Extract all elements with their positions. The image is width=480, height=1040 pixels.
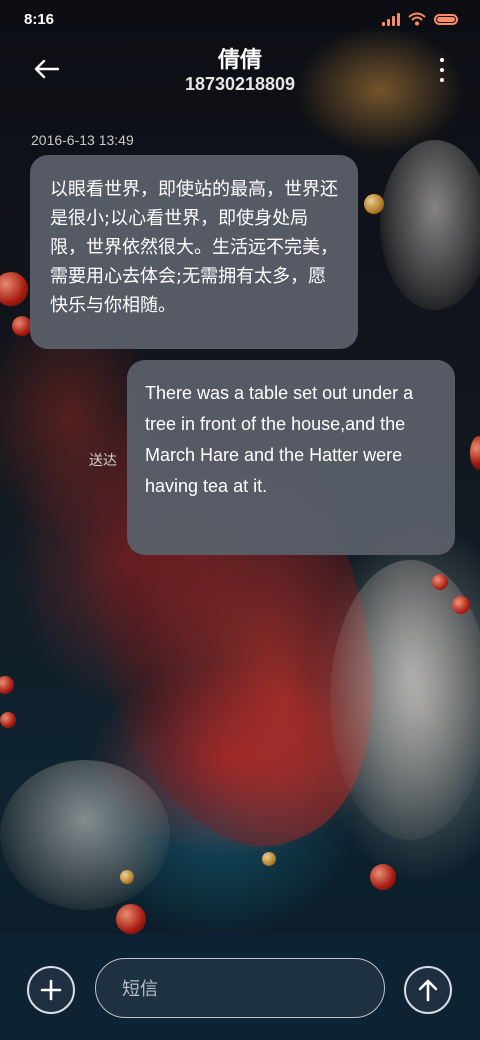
wallpaper-bubble — [370, 864, 396, 890]
wallpaper-bubble — [0, 712, 16, 728]
add-attachment-button[interactable] — [27, 966, 75, 1014]
status-time: 8:16 — [24, 11, 55, 28]
battery-icon — [434, 13, 458, 25]
wallpaper-bubble — [0, 272, 28, 306]
status-bar: 8:16 — [0, 0, 480, 40]
arrow-up-icon — [418, 979, 438, 1002]
plus-icon — [40, 979, 62, 1001]
send-button[interactable] — [404, 966, 452, 1014]
sent-message-bubble[interactable]: There was a table set out under a tree i… — [127, 360, 455, 555]
received-message-bubble[interactable]: 以眼看世界，即使站的最高，世界还是很小;以心看世界，即使身处局限，世界依然很大。… — [30, 155, 358, 349]
wifi-icon — [408, 12, 426, 26]
wallpaper-bubble — [116, 904, 146, 934]
delivery-status: 送达 — [89, 453, 117, 469]
contact-name: 倩倩 — [217, 48, 262, 73]
contact-number: 18730218809 — [184, 74, 296, 94]
wallpaper-bubble — [120, 870, 134, 884]
wallpaper-bubble — [470, 436, 480, 470]
wallpaper-fin — [0, 760, 170, 910]
wallpaper-bubble — [12, 316, 32, 336]
more-vertical-icon — [440, 58, 444, 62]
composer-bar: 短信 — [0, 934, 480, 1040]
message-timestamp: 2016-6-13 13:49 — [31, 132, 134, 148]
messaging-screen: 8:16 倩倩 18730218809 2016-6-13 13:49 以眼看世… — [0, 0, 480, 1040]
wallpaper-bubble — [452, 596, 470, 614]
wallpaper-bubble — [0, 676, 14, 694]
wallpaper-bubble — [432, 574, 448, 590]
signal-icon — [382, 12, 400, 26]
more-options-button[interactable] — [436, 58, 448, 82]
wallpaper-fin — [380, 140, 480, 310]
sms-input[interactable]: 短信 — [95, 958, 385, 1018]
wallpaper-bubble — [364, 194, 384, 214]
conversation-header: 倩倩 18730218809 — [0, 40, 480, 110]
wallpaper-bubble — [262, 852, 276, 866]
status-icons — [382, 12, 458, 26]
